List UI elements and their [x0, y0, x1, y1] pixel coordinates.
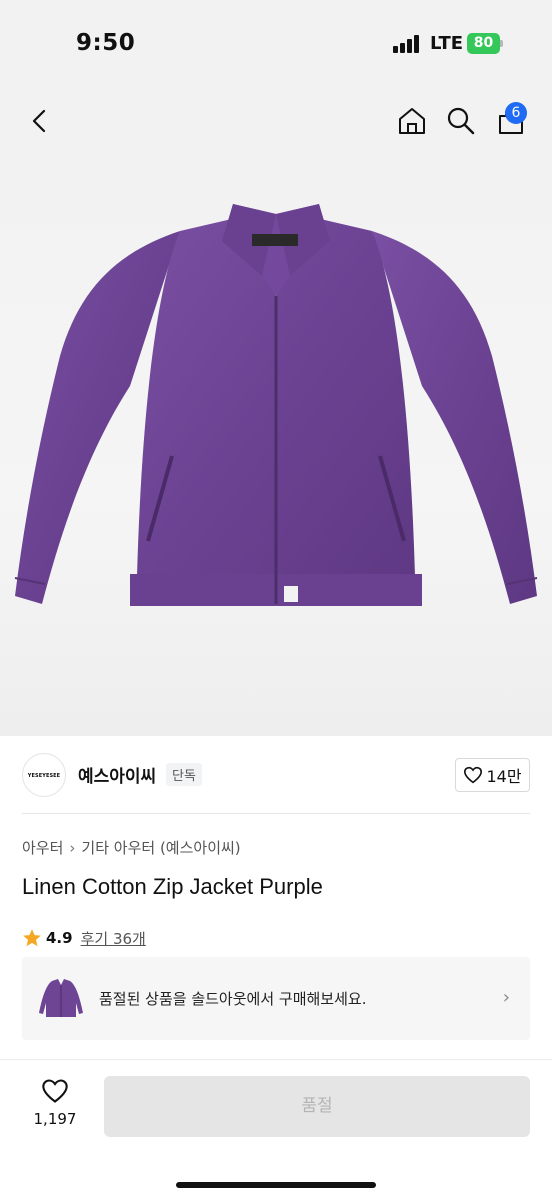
- status-time: 9:50: [76, 30, 136, 56]
- product-thumbnail: [39, 979, 83, 1017]
- home-indicator: [176, 1182, 376, 1188]
- breadcrumb: 아우터 › 기타 아우터 (예스아이씨): [22, 837, 241, 858]
- brand-like-count: 14만: [486, 767, 522, 786]
- heart-icon: [464, 766, 483, 784]
- battery-level: 80: [467, 33, 500, 54]
- wishlist-button[interactable]: 1,197: [30, 1078, 80, 1128]
- home-icon[interactable]: [392, 101, 432, 141]
- brand-row: YESEYESEE 예스아이씨 단독 14만: [0, 736, 552, 814]
- cart-count-badge: 6: [505, 102, 527, 124]
- search-icon[interactable]: [441, 101, 481, 141]
- network-label: LTE: [430, 33, 464, 54]
- divider: [22, 813, 530, 814]
- signal-icon: [393, 35, 421, 53]
- product-image[interactable]: [0, 156, 552, 736]
- heart-icon: [42, 1079, 68, 1103]
- jacket-illustration: [14, 204, 538, 606]
- status-bar: 9:50 LTE 80: [0, 0, 552, 90]
- bottom-action-bar: 1,197 품절: [0, 1060, 552, 1200]
- wishlist-count: 1,197: [33, 1110, 77, 1128]
- breadcrumb-level1[interactable]: 아우터: [22, 839, 63, 857]
- star-icon: [23, 929, 41, 947]
- breadcrumb-level2[interactable]: 기타 아우터 (예스아이씨): [81, 839, 240, 857]
- buy-button[interactable]: 품절: [104, 1076, 530, 1137]
- chevron-right-icon: ›: [69, 839, 76, 857]
- soldout-banner[interactable]: 품절된 상품을 솔드아웃에서 구매해보세요. ›: [22, 957, 530, 1040]
- rating-score: 4.9: [46, 929, 73, 947]
- product-title: Linen Cotton Zip Jacket Purple: [22, 874, 323, 899]
- back-icon[interactable]: [20, 101, 60, 141]
- brand-logo[interactable]: YESEYESEE: [22, 753, 66, 797]
- rating-row: 4.9 후기 36개: [22, 926, 146, 950]
- brand-like-button[interactable]: 14만: [455, 758, 530, 792]
- soldout-text: 품절된 상품을 솔드아웃에서 구매해보세요.: [99, 990, 367, 1008]
- top-nav: [0, 90, 552, 156]
- battery-icon: 80: [467, 33, 503, 54]
- exclusive-badge: 단독: [166, 763, 202, 786]
- chevron-right-icon: ›: [502, 987, 510, 1008]
- review-link[interactable]: 후기 36개: [81, 928, 146, 949]
- brand-name[interactable]: 예스아이씨: [78, 762, 156, 787]
